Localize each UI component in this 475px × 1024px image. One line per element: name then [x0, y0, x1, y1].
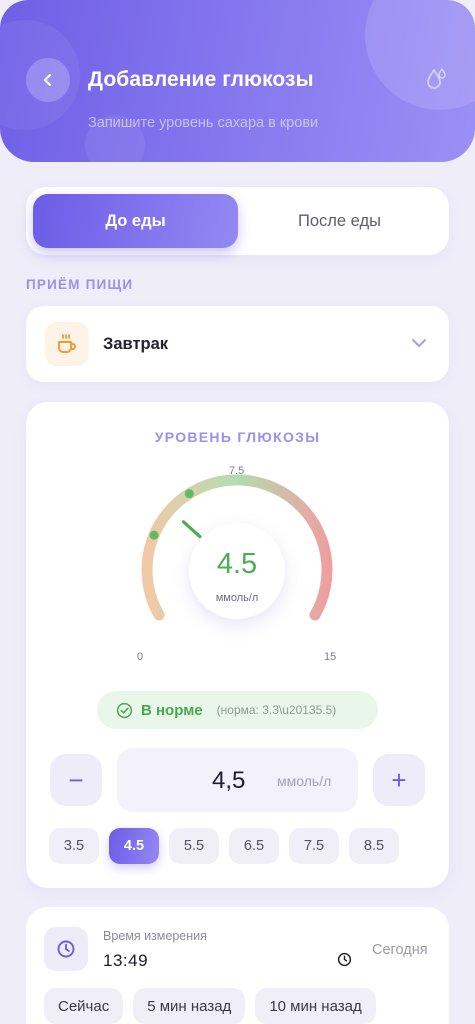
tab-before-meal[interactable]: До еды [33, 194, 238, 248]
screen: Добавление глюкозы Запишите уровень саха… [0, 0, 475, 1024]
meal-section-label: ПРИЁМ ПИЩИ [26, 277, 134, 292]
decrement-button[interactable]: − [50, 754, 102, 806]
preset-values: 3.5 4.5 5.5 6.5 7.5 8.5 [49, 828, 409, 864]
quick-time-buttons: Сейчас 5 мин назад 10 мин назад [44, 988, 386, 1024]
preset-chip[interactable]: 6.5 [229, 828, 279, 864]
preset-chip[interactable]: 3.5 [49, 828, 99, 864]
preset-chip[interactable]: 7.5 [289, 828, 339, 864]
gauge-min-label: 0 [137, 651, 144, 663]
meal-selected-value: Завтрак [103, 335, 169, 353]
status-badge: В норме (норма: 3.3\u20135.5) [97, 691, 378, 729]
glucose-value: 4.5 [216, 548, 258, 580]
quick-time-now[interactable]: Сейчас [44, 988, 124, 1024]
back-button[interactable] [26, 58, 70, 102]
chevron-left-icon [43, 73, 52, 87]
preset-chip[interactable]: 8.5 [349, 828, 399, 864]
normal-range-end-marker [184, 489, 194, 499]
measurement-time-card: Время измерения 13:49 Сегодня Сейчас 5 м… [26, 907, 449, 1024]
glucose-unit: ммоль/л [215, 592, 259, 604]
normal-range-start-marker [149, 530, 159, 540]
preset-chip-selected[interactable]: 4.5 [109, 828, 159, 864]
normal-range-text: (норма: 3.3\u20135.5) [216, 703, 337, 717]
time-label: Время измерения [103, 929, 207, 943]
gauge-needle [181, 520, 202, 539]
meal-select[interactable]: Завтрак [26, 306, 449, 382]
quick-time-10min[interactable]: 10 мин назад [255, 988, 376, 1024]
meal-timing-toggle: До еды После еды [26, 187, 449, 255]
time-input[interactable]: 13:49 [103, 951, 148, 971]
page-subtitle: Запишите уровень сахара в крови [88, 115, 319, 131]
status-text: В норме [141, 701, 203, 719]
glucose-input-value: 4,5 [212, 767, 246, 794]
date-value[interactable]: Сегодня [372, 942, 428, 958]
glucose-input[interactable]: 4,5 ммоль/л [117, 748, 358, 812]
check-circle-icon [116, 702, 133, 718]
gauge-max-label: 15 [324, 651, 337, 663]
glucose-card: УРОВЕНЬ ГЛЮКОЗЫ 7.5 0 15 4.5 ммоль/л В н… [26, 402, 449, 888]
header-decoration [365, 0, 475, 110]
drops-icon [427, 68, 446, 89]
header: Добавление глюкозы Запишите уровень саха… [0, 0, 475, 162]
clock-icon [44, 927, 88, 971]
chevron-down-icon [412, 339, 426, 347]
quick-time-5min[interactable]: 5 мин назад [133, 988, 246, 1024]
coffee-cup-icon [45, 322, 89, 366]
preset-chip[interactable]: 5.5 [169, 828, 219, 864]
tab-after-meal[interactable]: После еды [237, 194, 442, 248]
page-title: Добавление глюкозы [88, 68, 314, 91]
glucose-input-unit: ммоль/л [277, 773, 332, 789]
increment-button[interactable]: + [373, 754, 425, 806]
time-picker-icon[interactable] [337, 952, 352, 967]
gauge-marker-label: 7.5 [229, 465, 245, 477]
